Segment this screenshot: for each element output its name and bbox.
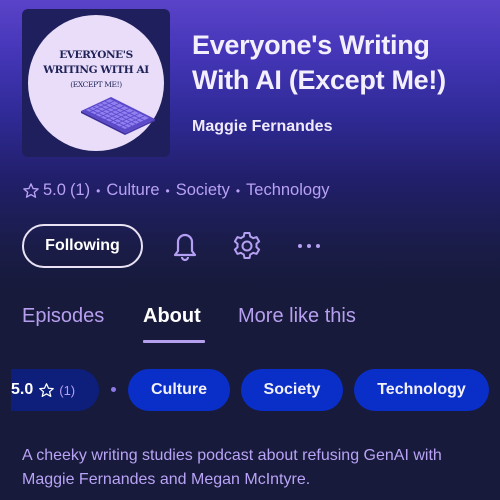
podcast-author[interactable]: Maggie Fernandes <box>192 118 332 136</box>
tab-episodes[interactable]: Episodes <box>22 305 104 328</box>
tab-about[interactable]: About <box>143 305 201 328</box>
podcast-description: A cheeky writing studies podcast about r… <box>22 447 442 488</box>
separator-dot: • <box>96 183 101 198</box>
category-chip-society[interactable]: Society <box>241 369 343 411</box>
separator-dot <box>111 387 116 392</box>
chip-row: 5.0 (1) Culture Society Technology <box>0 369 500 411</box>
notifications-button[interactable] <box>168 229 202 263</box>
meta-category-culture[interactable]: Culture <box>106 181 159 200</box>
keyboard-illustration-icon <box>81 97 155 135</box>
active-tab-indicator <box>143 340 205 343</box>
following-button[interactable]: Following <box>22 224 143 268</box>
meta-category-technology[interactable]: Technology <box>246 181 329 200</box>
bell-icon <box>173 233 197 262</box>
ellipsis-icon <box>298 244 320 248</box>
podcast-title: Everyone's Writing With AI (Except Me!) <box>192 30 446 95</box>
rating-chip-count: (1) <box>59 382 76 398</box>
cover-text-line1: EVERYONE'S <box>59 49 133 61</box>
cover-text-line3: (EXCEPT ME!) <box>70 80 122 89</box>
star-outline-icon <box>39 382 55 397</box>
separator-dot: • <box>235 183 241 198</box>
rating-chip-value: 5.0 <box>11 381 34 398</box>
separator-dot: • <box>165 183 170 198</box>
rating-chip[interactable]: 5.0 (1) <box>11 369 99 411</box>
star-outline-icon <box>23 182 39 198</box>
gear-icon <box>233 232 261 259</box>
rating-count: (1) <box>69 181 91 199</box>
category-chip-culture[interactable]: Culture <box>128 369 230 411</box>
podcast-meta-row: 5.0 (1) • Culture • Society • Technology <box>22 181 330 200</box>
podcast-cover-art[interactable]: EVERYONE'S WRITING WITH AI (EXCEPT ME!) <box>22 9 170 157</box>
cover-text-line2: WRITING WITH AI <box>43 64 149 76</box>
tab-more-like-this[interactable]: More like this <box>238 305 356 328</box>
more-options-button[interactable] <box>292 229 326 263</box>
settings-button[interactable] <box>230 229 264 263</box>
meta-category-society[interactable]: Society <box>176 181 230 200</box>
category-chip-technology[interactable]: Technology <box>354 369 489 411</box>
rating-value: 5.0 <box>43 181 66 199</box>
